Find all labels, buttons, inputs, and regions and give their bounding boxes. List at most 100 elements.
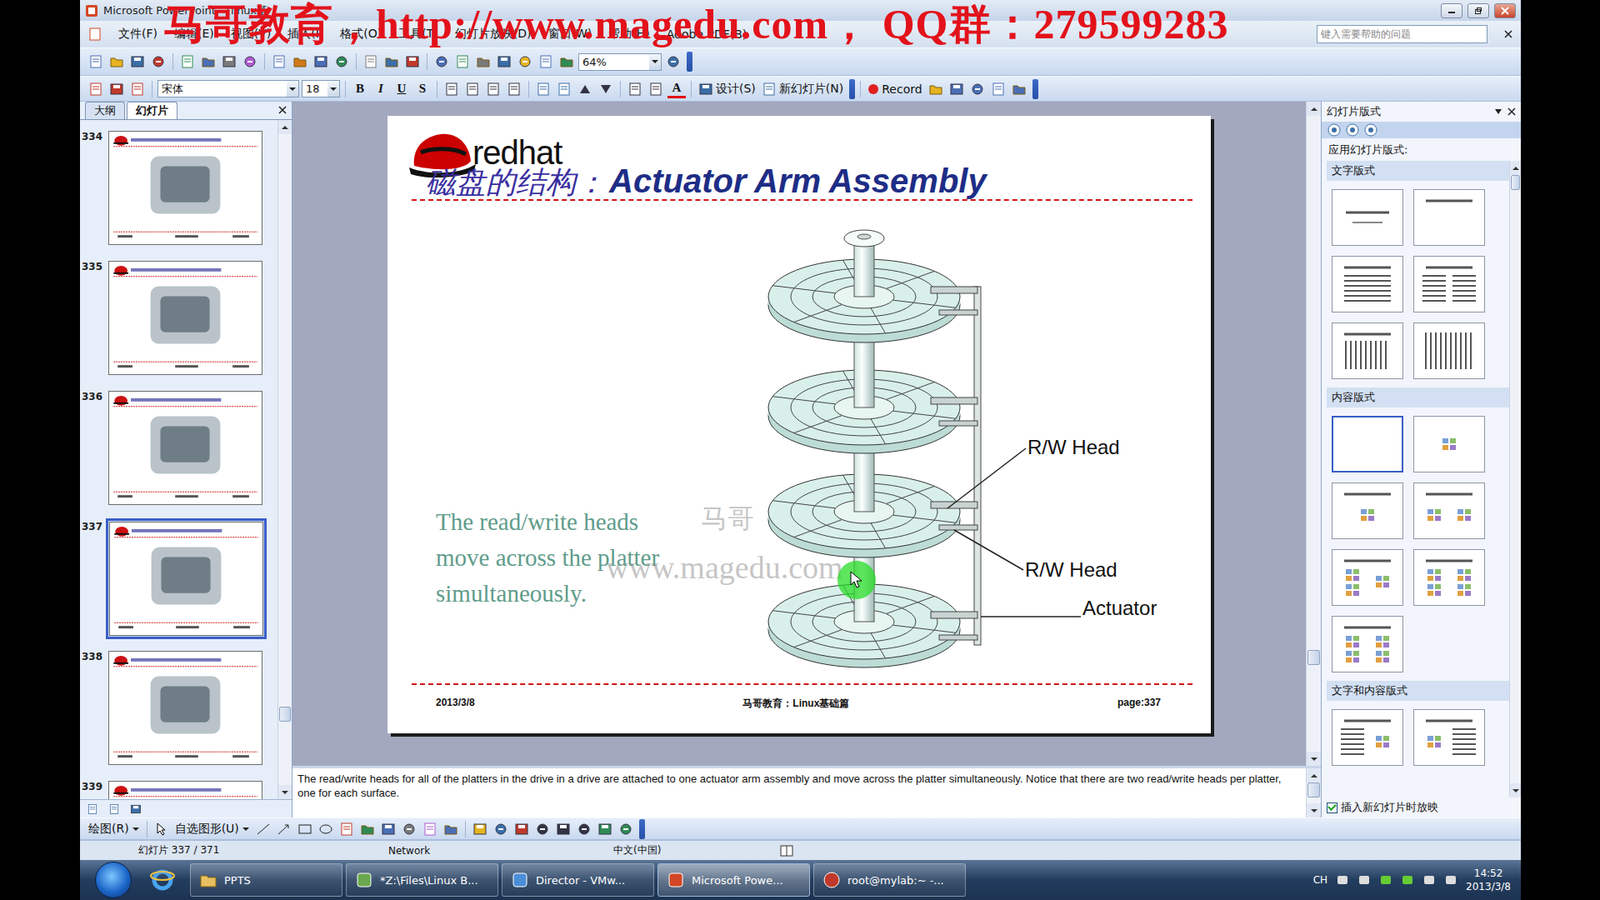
toolbar-button[interactable]	[515, 52, 535, 71]
taskbar-button[interactable]: Microsoft Powe...	[657, 863, 810, 897]
layout-option[interactable]	[1413, 482, 1485, 540]
toolbar-button[interactable]	[382, 52, 401, 71]
align-button[interactable]	[484, 80, 503, 99]
scroll-track[interactable]	[1510, 175, 1521, 784]
close-pane-icon[interactable]	[1507, 107, 1516, 116]
format-button[interactable]	[470, 820, 490, 839]
text-style-button[interactable]: S	[413, 80, 432, 99]
thumbnail-row[interactable]: 339	[81, 778, 278, 800]
help-button[interactable]	[664, 52, 683, 71]
layout-option[interactable]	[1413, 549, 1485, 606]
scroll-up-button[interactable]	[278, 120, 292, 135]
toolbar-button[interactable]	[361, 52, 380, 71]
layout-option[interactable]	[1331, 549, 1404, 606]
layout-option[interactable]	[1331, 255, 1404, 313]
list-button[interactable]	[534, 80, 553, 99]
show-on-insert-checkbox[interactable]	[1326, 802, 1338, 814]
format-button[interactable]	[595, 820, 615, 839]
toolbar-button[interactable]	[1010, 80, 1029, 99]
toolbar-button[interactable]	[220, 52, 239, 71]
view-button[interactable]	[83, 800, 102, 819]
select-button[interactable]	[152, 820, 171, 839]
shape-button[interactable]	[316, 820, 335, 839]
tray-icon[interactable]	[1335, 873, 1350, 887]
toolbar-button[interactable]	[337, 820, 356, 839]
thumbnail-row[interactable]: 338	[81, 648, 278, 779]
toolbar-button[interactable]	[453, 52, 472, 71]
toolbar-button[interactable]	[441, 820, 460, 839]
close-document-icon[interactable]	[1504, 30, 1513, 39]
toolbar-button[interactable]	[86, 80, 105, 99]
thumbnail-row[interactable]: 334	[81, 128, 278, 259]
slide-thumbnail[interactable]	[105, 128, 267, 250]
tray-icon[interactable]	[1357, 873, 1371, 887]
scroll-thumb[interactable]	[1307, 782, 1320, 798]
scroll-up-button[interactable]	[1510, 160, 1521, 175]
outdent-button[interactable]	[646, 80, 665, 99]
toolbar-button[interactable]	[128, 80, 147, 99]
list-button[interactable]	[555, 80, 574, 99]
align-button[interactable]	[442, 80, 461, 99]
taskbar-button[interactable]: PPTS	[190, 863, 343, 897]
layout-option[interactable]	[1413, 255, 1485, 313]
toolbar-button[interactable]	[420, 820, 440, 839]
new-slide-button[interactable]: 新幻灯片(N)	[760, 80, 845, 99]
tray-icon[interactable]	[1400, 873, 1415, 887]
text-style-button[interactable]: U	[392, 80, 411, 99]
show-on-insert-option[interactable]: 插入新幻灯片时放映	[1321, 797, 1521, 818]
toolbar-button[interactable]	[178, 52, 197, 71]
font-combo[interactable]: 宋体	[157, 80, 300, 98]
shape-button[interactable]	[295, 820, 315, 839]
toolbar-button[interactable]	[926, 80, 945, 99]
minimize-button[interactable]	[1440, 3, 1463, 19]
menu-item[interactable]: 视图(V)	[230, 26, 272, 42]
forward-icon[interactable]	[1345, 123, 1360, 137]
scroll-track[interactable]	[1306, 782, 1321, 804]
taskbar-button[interactable]: *Z:\Files\Linux B...	[345, 863, 499, 897]
toolbar-button[interactable]	[128, 52, 147, 71]
toolbar-button[interactable]	[107, 52, 126, 71]
toolbar-button[interactable]	[536, 52, 555, 71]
zoom-combo[interactable]: 64%	[578, 53, 662, 71]
slide-scrollbar[interactable]	[1305, 101, 1321, 766]
scroll-up-button[interactable]	[1306, 768, 1321, 783]
thumbnail-scrollbar[interactable]	[277, 120, 292, 800]
toolbar-button[interactable]	[432, 52, 451, 71]
notes-scrollbar[interactable]	[1305, 768, 1321, 818]
toolbar-button[interactable]	[290, 52, 310, 71]
layout-option[interactable]	[1413, 189, 1485, 246]
layout-option[interactable]	[1331, 322, 1404, 380]
thumbnail-row[interactable]: 336	[81, 388, 278, 519]
text-style-button[interactable]: I	[371, 80, 390, 99]
toolbar-button[interactable]	[474, 52, 493, 71]
draw-menu-button[interactable]: 绘图(R)	[86, 820, 142, 839]
font-size-combo[interactable]: 18	[301, 80, 340, 98]
toolbar-button[interactable]	[240, 52, 260, 71]
back-icon[interactable]	[1326, 123, 1342, 137]
font-color-button[interactable]: A	[667, 80, 686, 99]
taskbar-button[interactable]: root@mylab:~ -...	[813, 863, 966, 897]
taskbar-button[interactable]: Director - VMw...	[501, 863, 655, 897]
scroll-thumb[interactable]	[1510, 175, 1520, 190]
slide-thumbnail[interactable]	[105, 648, 267, 770]
menu-item[interactable]: 幻灯片放映(D)	[455, 26, 532, 42]
menu-item[interactable]: 工具(T)	[398, 26, 438, 42]
slide-thumbnail[interactable]	[105, 388, 267, 510]
toolbar-button[interactable]	[379, 820, 398, 839]
toolbar-button[interactable]	[311, 52, 330, 71]
slide-thumbnail[interactable]	[105, 258, 267, 380]
format-button[interactable]	[554, 820, 573, 839]
start-button[interactable]	[95, 861, 132, 899]
menu-item[interactable]: 帮助(H)	[608, 26, 650, 42]
toolbar-button[interactable]	[270, 52, 289, 71]
record-button[interactable]: Record	[865, 80, 924, 99]
toolbar-button[interactable]	[557, 52, 576, 71]
autoshapes-button[interactable]: 自选图形(U)	[173, 820, 252, 839]
panel-tab[interactable]: 幻灯片	[126, 101, 178, 120]
scroll-down-button[interactable]	[1510, 783, 1521, 798]
scroll-thumb[interactable]	[279, 706, 291, 722]
text-style-button[interactable]: B	[350, 80, 370, 99]
thumbnail-row[interactable]: 337	[81, 518, 278, 649]
tray-icon[interactable]	[1444, 873, 1458, 887]
design-button[interactable]: 设计(S)	[696, 80, 758, 99]
